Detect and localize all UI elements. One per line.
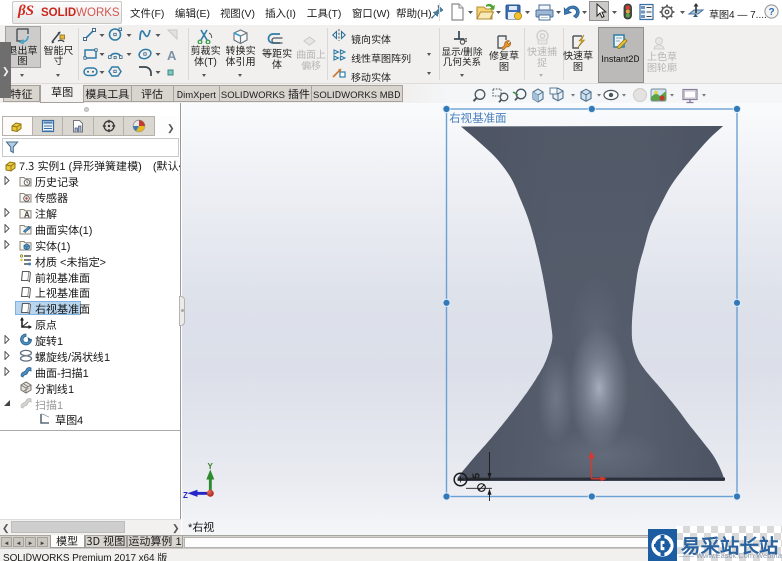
svg-text:A: A: [167, 48, 177, 63]
svg-text:右视基准面: 右视基准面: [449, 110, 507, 126]
svg-text:Y: Y: [208, 462, 214, 471]
svg-text:*右视: *右视: [188, 519, 214, 535]
svg-text:?: ?: [768, 7, 774, 18]
svg-text:5: 5: [472, 473, 483, 479]
svg-text:A: A: [24, 210, 30, 219]
svg-text:Z: Z: [183, 491, 188, 500]
